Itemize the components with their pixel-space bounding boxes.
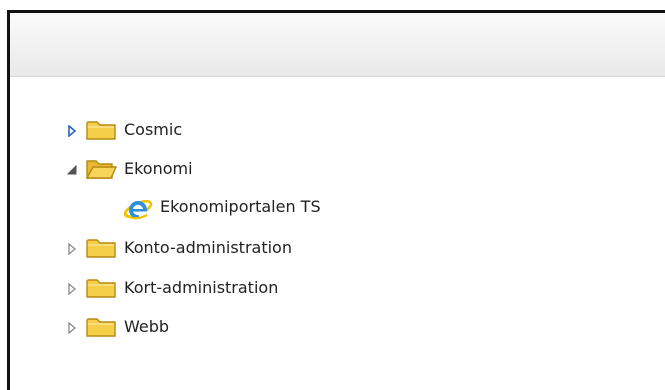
expand-arrow-icon[interactable] <box>67 125 77 137</box>
tree-node-konto-administration[interactable]: Konto-administration <box>67 235 367 261</box>
app-window: Cosmic Ekonomi Ekonomiportalen TS Konto-… <box>7 10 665 390</box>
tree-node-label: Ekonomi <box>124 159 193 178</box>
tree-node-webb[interactable]: Webb <box>67 314 367 340</box>
internet-explorer-icon <box>123 199 153 220</box>
header-bar <box>10 13 665 77</box>
tree-node-kort-administration[interactable]: Kort-administration <box>67 275 367 301</box>
expand-arrow-icon[interactable] <box>67 243 77 255</box>
expand-arrow-icon[interactable] <box>67 322 77 334</box>
expand-arrow-icon[interactable] <box>67 283 77 295</box>
tree-node-ekonomiportalen-ts[interactable]: Ekonomiportalen TS <box>123 194 423 224</box>
folder-icon <box>86 279 116 298</box>
collapse-arrow-icon[interactable] <box>67 164 77 176</box>
tree-node-label: Konto-administration <box>124 238 292 257</box>
tree-node-label: Kort-administration <box>124 278 279 297</box>
folder-open-icon <box>85 160 117 179</box>
tree-node-label: Ekonomiportalen TS <box>160 197 321 216</box>
folder-icon <box>86 121 116 140</box>
tree-node-label: Webb <box>124 317 170 336</box>
folder-icon <box>86 239 116 258</box>
tree-node-label: Cosmic <box>124 120 183 139</box>
folder-icon <box>86 318 116 337</box>
tree-node-ekonomi[interactable]: Ekonomi <box>67 156 367 182</box>
tree-node-cosmic[interactable]: Cosmic <box>67 117 367 143</box>
